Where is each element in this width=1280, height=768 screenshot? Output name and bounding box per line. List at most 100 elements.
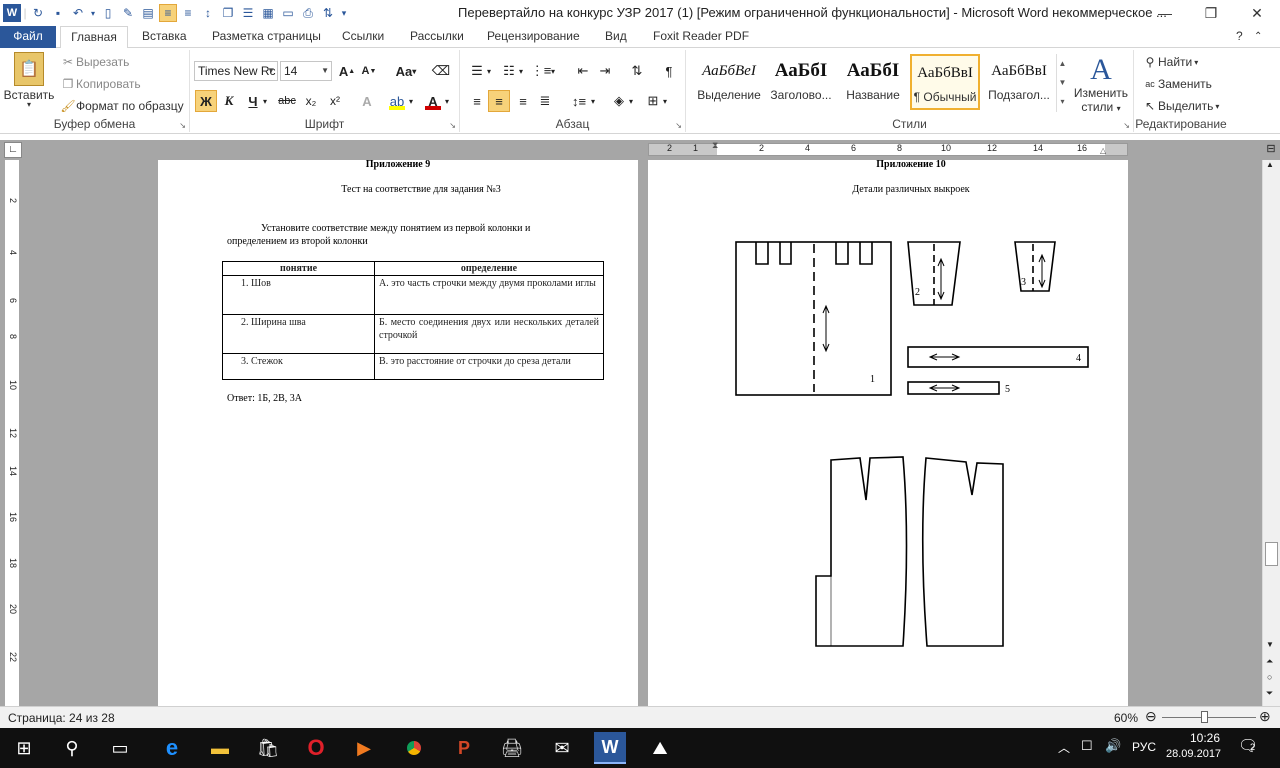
zoom-out-icon[interactable]: ⊖	[1145, 708, 1157, 725]
align-right-icon[interactable]: ≡	[512, 90, 534, 112]
highlight-dropdown-icon[interactable]: ▾	[406, 90, 416, 112]
right-indent-marker-icon[interactable]: △	[1100, 146, 1106, 155]
paragraph-launcher-icon[interactable]: ↘	[675, 121, 682, 130]
browse-object-icon[interactable]: ○	[1267, 672, 1272, 682]
show-marks-icon[interactable]: ¶	[658, 60, 680, 82]
line-spacing-dropdown-icon[interactable]: ▾	[588, 90, 598, 112]
start-icon[interactable]: ⊞	[8, 732, 40, 764]
save-icon[interactable]: ▪	[49, 4, 67, 22]
font-size-combo[interactable]: 14 ▼	[280, 61, 332, 81]
align-center-icon[interactable]: ≡	[488, 90, 510, 112]
line-spacing-icon[interactable]: ↕≡	[568, 90, 590, 112]
close-button[interactable]: ✕	[1234, 0, 1280, 26]
tab-home[interactable]: Главная	[60, 26, 128, 49]
tab-foxit[interactable]: Foxit Reader PDF	[643, 26, 759, 48]
restore-button[interactable]: ❐	[1188, 0, 1234, 26]
powerpoint-icon[interactable]: P	[448, 732, 480, 764]
style-subtitle[interactable]: АаБбВвI Подзагол...	[984, 54, 1054, 110]
tray-expand-icon[interactable]: ︿	[1058, 739, 1070, 756]
zoom-slider-thumb[interactable]	[1201, 711, 1209, 723]
chrome-icon[interactable]	[398, 732, 430, 764]
edit-icon[interactable]: ✎	[119, 4, 137, 22]
shrink-font-button[interactable]: A ▼	[358, 60, 380, 82]
scroll-down-icon[interactable]: ▼	[1266, 640, 1274, 649]
styles-scroll[interactable]: ▲ ▼ ▾	[1056, 54, 1068, 112]
tab-insert[interactable]: Вставка	[132, 26, 197, 48]
strikethrough-button[interactable]: abc	[276, 90, 298, 112]
underline-dropdown-icon[interactable]: ▾	[260, 90, 270, 112]
bullets-dropdown-icon[interactable]: ▾	[484, 60, 494, 82]
copy-qat-icon[interactable]: ❐	[219, 4, 237, 22]
style-title[interactable]: АаБбI Название	[838, 54, 908, 110]
clipboard-launcher-icon[interactable]: ↘	[179, 121, 186, 130]
find-button[interactable]: ⚲ Найти ▾	[1142, 55, 1199, 69]
replace-button[interactable]: ac Заменить	[1142, 77, 1212, 91]
volume-icon[interactable]: 🔊	[1105, 738, 1121, 754]
change-case-button[interactable]: Aa ▾	[392, 60, 420, 82]
bullets-qat-icon[interactable]: ☰	[239, 4, 257, 22]
styles-launcher-icon[interactable]: ↘	[1123, 121, 1130, 130]
store-icon[interactable]: 🛍	[252, 732, 284, 764]
mail-icon[interactable]: ✉	[546, 732, 578, 764]
borders-dropdown-icon[interactable]: ▾	[660, 90, 670, 112]
word-taskbar-icon[interactable]: W	[594, 732, 626, 764]
style-normal[interactable]: АаБбВвI ¶ Обычный	[910, 54, 980, 110]
scroll-thumb[interactable]	[1265, 542, 1278, 566]
justify-icon[interactable]: ≣	[534, 90, 556, 112]
picture-qat-icon[interactable]: ▭	[279, 4, 297, 22]
vertical-ruler[interactable]: 2 4 6 8 10 12 14 16 18 20 22	[0, 160, 24, 706]
notifications-icon[interactable]: 🗨	[1238, 736, 1258, 756]
file-explorer-icon[interactable]: ▬	[204, 732, 236, 764]
align-left-qat-icon[interactable]: ≡	[179, 4, 197, 22]
media-player-icon[interactable]: ▶	[348, 732, 380, 764]
paste-button[interactable]: 📋 Вставить ▾	[4, 52, 54, 116]
table-qat-icon[interactable]: ▦	[259, 4, 277, 22]
superscript-button[interactable]: x²	[324, 90, 346, 112]
undo-icon[interactable]: ↶	[69, 4, 87, 22]
change-styles-button[interactable]: A Изменить стили ▾	[1072, 53, 1130, 114]
previous-page-icon[interactable]: ⏶	[1266, 656, 1273, 667]
highlight-icon[interactable]: ab	[386, 90, 408, 112]
font-launcher-icon[interactable]: ↘	[449, 121, 456, 130]
print-icon[interactable]: ⎙	[299, 4, 317, 22]
zoom-slider[interactable]	[1162, 711, 1256, 723]
grow-font-button[interactable]: A ▲	[336, 60, 358, 82]
refresh-icon[interactable]: ↻	[29, 4, 47, 22]
sort-qat-icon[interactable]: ⇅	[319, 4, 337, 22]
style-emphasis[interactable]: АаБбВеI Выделение	[694, 54, 764, 110]
help-icon[interactable]: ?	[1232, 26, 1247, 48]
clock-date[interactable]: 28.09.2017	[1166, 748, 1221, 760]
action-center-icon[interactable]: ☐	[1081, 738, 1093, 754]
new-document-icon[interactable]: ▯	[99, 4, 117, 22]
language-indicator[interactable]: РУС	[1132, 740, 1156, 754]
clear-formatting-icon[interactable]: ⌫	[430, 60, 452, 82]
tab-selector-icon[interactable]: ∟	[4, 142, 22, 158]
copy-button[interactable]: ❐ Копировать	[60, 77, 141, 91]
increase-indent-icon[interactable]: ⇥	[594, 60, 616, 82]
minimize-button[interactable]: —	[1142, 0, 1188, 26]
tab-references[interactable]: Ссылки	[332, 26, 394, 48]
page-right[interactable]: Приложение 10 Детали различных выкроек 1…	[648, 159, 1128, 706]
style-heading[interactable]: АаБбI Заголово...	[766, 54, 836, 110]
page-left[interactable]: Приложение 9 Тест на соответствие для за…	[158, 159, 638, 706]
scanner-icon[interactable]: 🖨	[496, 732, 528, 764]
decrease-indent-icon[interactable]: ⇤	[572, 60, 594, 82]
zoom-level[interactable]: 60%	[1114, 711, 1138, 725]
align-center-qat-icon[interactable]: ≡	[159, 4, 177, 22]
font-color-button[interactable]: A	[422, 90, 444, 112]
line-spacing-qat-icon[interactable]: ↕	[199, 4, 217, 22]
italic-button[interactable]: К	[218, 90, 240, 112]
format-painter-button[interactable]: 🖌 Формат по образцу	[60, 99, 183, 113]
zoom-in-icon[interactable]: ⊕	[1259, 708, 1271, 725]
page-counter[interactable]: Страница: 24 из 28	[8, 711, 115, 725]
font-name-combo[interactable]: Times New Rc ▼	[194, 61, 278, 81]
select-button[interactable]: ↖ Выделить ▾	[1142, 99, 1219, 113]
indent-marker-icon[interactable]: ⧗	[712, 140, 718, 151]
multilevel-dropdown-icon[interactable]: ▾	[548, 60, 558, 82]
bold-button[interactable]: Ж	[195, 90, 217, 112]
search-icon[interactable]: ⚲	[56, 732, 88, 764]
clock-time[interactable]: 10:26	[1190, 731, 1220, 745]
font-color-dropdown-icon[interactable]: ▾	[442, 90, 452, 112]
next-page-icon[interactable]: ⏷	[1266, 688, 1273, 699]
sort-icon[interactable]: ⇅	[626, 60, 648, 82]
